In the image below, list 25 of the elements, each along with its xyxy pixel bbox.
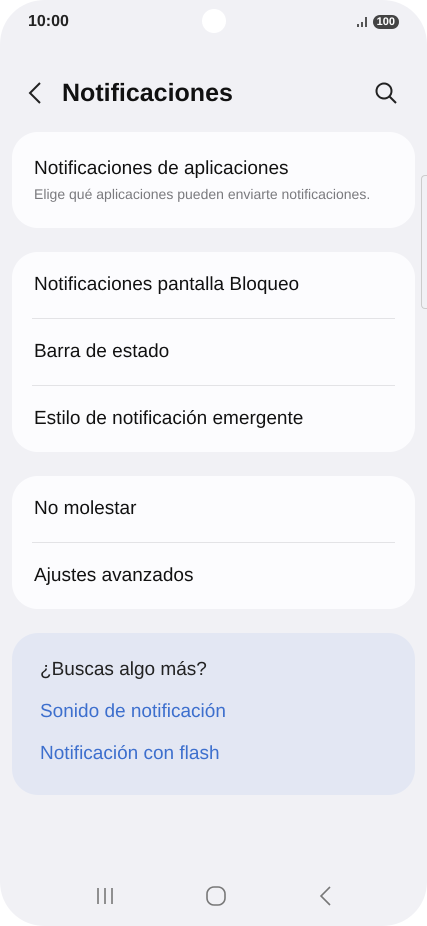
item-title: Estilo de notificación emergente — [34, 408, 304, 430]
battery-level: 100 — [372, 15, 399, 29]
settings-item[interactable]: Barra de estado — [32, 318, 395, 385]
settings-item[interactable]: Ajustes avanzados — [32, 542, 395, 609]
back-nav-icon[interactable] — [318, 886, 331, 906]
settings-item[interactable]: No molestar — [32, 476, 395, 542]
item-title: No molestar — [34, 498, 138, 520]
suggestion-link[interactable]: Notificación con flash — [40, 743, 387, 765]
item-title: Notificaciones pantalla Bloqueo — [34, 274, 300, 296]
item-title: Ajustes avanzados — [34, 565, 194, 587]
page-title: Notificaciones — [62, 78, 234, 108]
item-title: Barra de estado — [34, 341, 170, 363]
back-icon[interactable] — [28, 81, 42, 105]
item-description: Elige qué aplicaciones pueden enviarte notificaciones. — [34, 185, 372, 204]
recent-apps-icon[interactable] — [96, 887, 114, 905]
status-time: 10:00 — [28, 13, 69, 31]
home-icon[interactable] — [206, 886, 226, 906]
search-icon[interactable] — [375, 82, 397, 104]
suggestion-link[interactable]: Sonido de notificación — [40, 701, 387, 723]
suggestions-title: ¿Buscas algo más? — [40, 659, 208, 681]
settings-item[interactable]: Notificaciones pantalla Bloqueo — [32, 252, 395, 318]
item-title: Notificaciones de aplicaciones — [34, 158, 290, 180]
settings-item[interactable]: Notificaciones de aplicaciones Elige qué aplicaciones pueden enviarte notificaciones. — [32, 132, 395, 228]
signal-icon — [356, 17, 369, 27]
settings-item[interactable]: Estilo de notificación emergente — [32, 385, 395, 452]
